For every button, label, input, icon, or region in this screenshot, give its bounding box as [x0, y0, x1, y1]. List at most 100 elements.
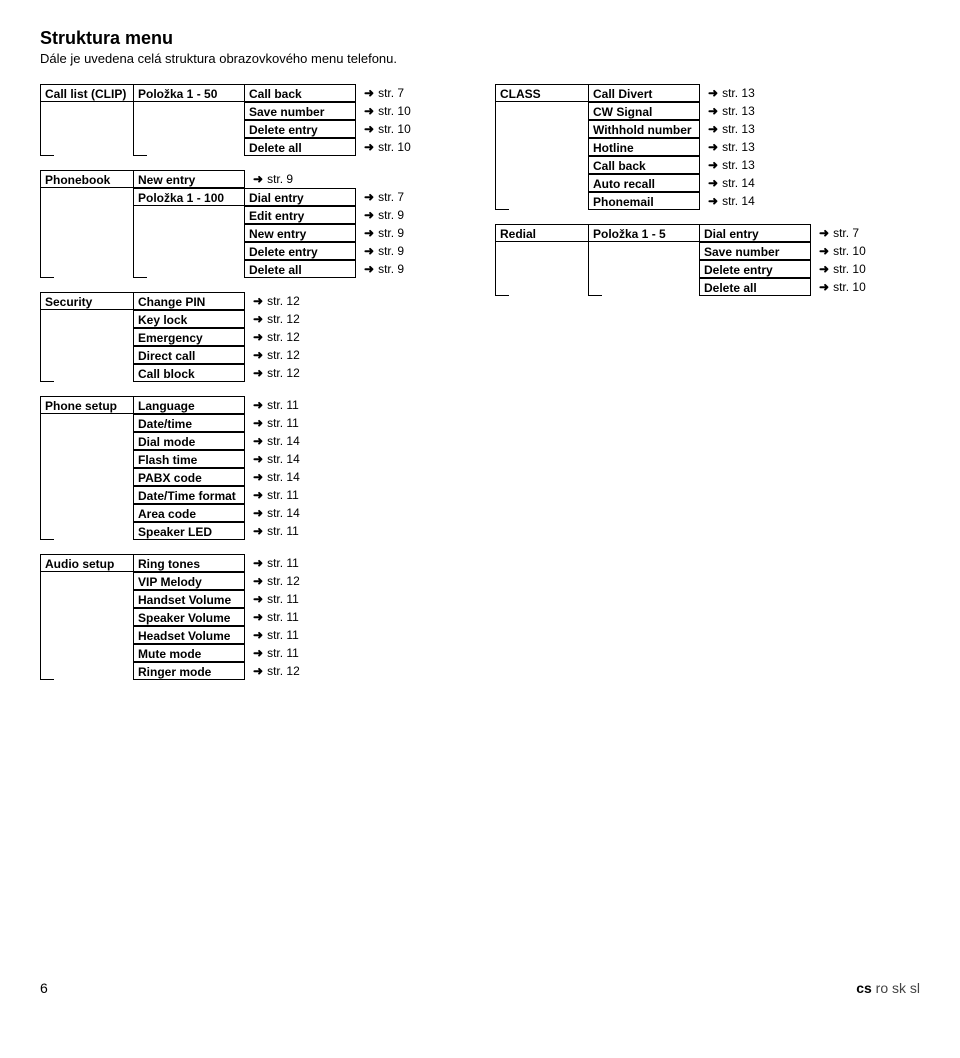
page-ref-text: str. 14: [267, 450, 300, 468]
menu-item: Položka 1 - 50: [133, 84, 245, 102]
page-ref: ➜str. 11: [245, 554, 299, 572]
page-title: Struktura menu: [40, 28, 920, 49]
page-ref-text: str. 10: [833, 242, 866, 260]
menu-item: Emergency: [133, 328, 245, 346]
tree-connector: [133, 138, 147, 156]
tree-connector: [40, 608, 54, 626]
menu-row: Area code➜str. 14: [40, 504, 465, 522]
page-ref: ➜str. 9: [356, 206, 404, 224]
arrow-icon: ➜: [253, 486, 263, 504]
tree-connector: [133, 242, 147, 260]
menu-block-phonesetup: Phone setupLanguage➜str. 11Date/time➜str…: [40, 396, 465, 540]
tree-connector: [40, 328, 54, 346]
page-ref-text: str. 13: [722, 138, 755, 156]
page-ref-text: str. 12: [267, 346, 300, 364]
page-ref-text: str. 14: [267, 504, 300, 522]
menu-item: Položka 1 - 100: [133, 188, 245, 206]
page-ref: ➜str. 9: [356, 224, 404, 242]
page-ref: ➜str. 13: [700, 138, 755, 156]
page-ref: ➜str. 11: [245, 644, 299, 662]
page-ref-text: str. 13: [722, 84, 755, 102]
menu-item: Language: [133, 396, 245, 414]
menu-item: Hotline: [588, 138, 700, 156]
page-ref-text: str. 9: [378, 242, 404, 260]
menu-subitem: Save number: [699, 242, 811, 260]
tree-connector: [40, 590, 54, 608]
arrow-icon: ➜: [364, 242, 374, 260]
menu-row: Direct call➜str. 12: [40, 346, 465, 364]
menu-item: Headset Volume: [133, 626, 245, 644]
menu-item: Direct call: [133, 346, 245, 364]
arrow-icon: ➜: [253, 396, 263, 414]
arrow-icon: ➜: [253, 644, 263, 662]
tree-connector: [588, 278, 602, 296]
menu-row: Headset Volume➜str. 11: [40, 626, 465, 644]
page-ref-text: str. 9: [378, 206, 404, 224]
tree-connector: [40, 572, 54, 590]
menu-row: Call back➜str. 13: [495, 156, 920, 174]
page-ref: ➜str. 10: [356, 102, 411, 120]
arrow-icon: ➜: [819, 242, 829, 260]
menu-row: Delete all➜str. 10: [40, 138, 465, 156]
arrow-icon: ➜: [364, 102, 374, 120]
tree-connector: [495, 260, 509, 278]
page-ref-text: str. 11: [267, 396, 299, 414]
page-ref-text: str. 11: [267, 554, 299, 572]
arrow-icon: ➜: [708, 174, 718, 192]
page-ref-text: str. 10: [833, 260, 866, 278]
menu-row: Ringer mode➜str. 12: [40, 662, 465, 680]
right-column: CLASSCall Divert➜str. 13CW Signal➜str. 1…: [495, 84, 920, 694]
menu-item: Key lock: [133, 310, 245, 328]
menu-item: Handset Volume: [133, 590, 245, 608]
locale-indicator: cs ro sk sl: [856, 980, 920, 996]
locale-others: ro sk sl: [872, 980, 920, 996]
menu-subitem: New entry: [244, 224, 356, 242]
tree-connector: [495, 156, 509, 174]
menu-category: Call list (CLIP): [40, 84, 134, 102]
menu-subitem: Delete all: [244, 138, 356, 156]
page-ref: ➜str. 14: [245, 450, 300, 468]
menu-item: New entry: [133, 170, 245, 188]
menu-category: Phonebook: [40, 170, 134, 188]
menu-item: Withhold number: [588, 120, 700, 138]
menu-row: SecurityChange PIN➜str. 12: [40, 292, 465, 310]
page-ref: ➜str. 14: [245, 504, 300, 522]
arrow-icon: ➜: [708, 84, 718, 102]
tree-connector: [133, 260, 147, 278]
menu-item: Phonemail: [588, 192, 700, 210]
arrow-icon: ➜: [708, 138, 718, 156]
menu-row: Položka 1 - 100Dial entry➜str. 7: [40, 188, 465, 206]
page-ref: ➜str. 13: [700, 84, 755, 102]
menu-item: Dial mode: [133, 432, 245, 450]
arrow-icon: ➜: [364, 260, 374, 278]
tree-connector: [40, 432, 54, 450]
arrow-icon: ➜: [253, 170, 263, 188]
arrow-icon: ➜: [364, 84, 374, 102]
tree-connector: [40, 346, 54, 364]
page-ref-text: str. 12: [267, 328, 300, 346]
menu-item: Položka 1 - 5: [588, 224, 700, 242]
menu-row: Speaker Volume➜str. 11: [40, 608, 465, 626]
page-ref: ➜str. 10: [356, 120, 411, 138]
menu-row: Auto recall➜str. 14: [495, 174, 920, 192]
page-ref-text: str. 10: [378, 138, 411, 156]
page-ref-text: str. 14: [267, 468, 300, 486]
page-ref-text: str. 10: [833, 278, 866, 296]
arrow-icon: ➜: [253, 626, 263, 644]
menu-category: Audio setup: [40, 554, 134, 572]
page-footer: 6 cs ro sk sl: [40, 980, 920, 996]
menu-block-calllist: Call list (CLIP)Položka 1 - 50Call back➜…: [40, 84, 465, 156]
tree-connector: [40, 206, 54, 224]
arrow-icon: ➜: [708, 156, 718, 174]
arrow-icon: ➜: [253, 450, 263, 468]
arrow-icon: ➜: [253, 328, 263, 346]
menu-category: Redial: [495, 224, 589, 242]
menu-category: Security: [40, 292, 134, 310]
menu-row: Save number➜str. 10: [40, 102, 465, 120]
menu-block-redial: RedialPoložka 1 - 5Dial entry➜str. 7Save…: [495, 224, 920, 296]
menu-subitem: Dial entry: [699, 224, 811, 242]
menu-row: Delete entry➜str. 9: [40, 242, 465, 260]
menu-item: VIP Melody: [133, 572, 245, 590]
tree-connector: [40, 522, 54, 540]
page-number: 6: [40, 980, 48, 996]
